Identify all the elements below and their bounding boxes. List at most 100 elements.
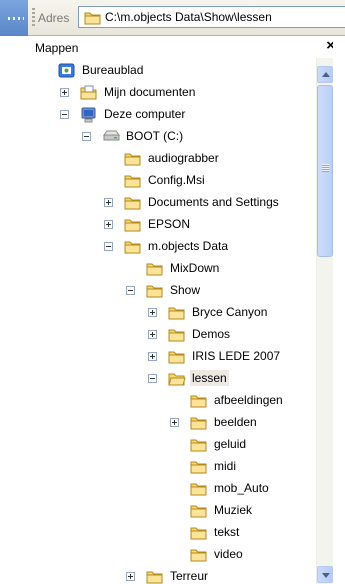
adjacent-toolbar-edge xyxy=(0,0,28,36)
tree-item-label: tekst xyxy=(214,525,240,539)
collapse-icon[interactable] xyxy=(60,110,69,119)
tree-item[interactable]: tekst xyxy=(190,522,241,542)
tree-item-label: mob_Auto xyxy=(214,481,269,495)
folder-icon xyxy=(190,415,208,430)
documents-folder-icon xyxy=(80,85,98,100)
folder-icon xyxy=(190,393,208,408)
tree-item-label: beelden xyxy=(214,415,257,429)
tree-item-label: IRIS LEDE 2007 xyxy=(192,349,281,363)
collapse-icon[interactable] xyxy=(126,286,135,295)
tree-item-label: Terreur xyxy=(170,569,209,583)
tree-item-label: EPSON xyxy=(148,217,191,231)
collapse-icon[interactable] xyxy=(104,242,113,251)
scroll-thumb[interactable] xyxy=(317,85,333,257)
window-frame-edge xyxy=(333,36,345,584)
expand-icon[interactable] xyxy=(126,572,135,581)
toolbar-grip[interactable] xyxy=(32,8,35,28)
folder-icon xyxy=(190,481,208,496)
expand-icon[interactable] xyxy=(170,418,179,427)
tree-item-label: Bureaublad xyxy=(82,63,144,77)
scroll-down-button[interactable] xyxy=(317,566,333,583)
folder-icon xyxy=(146,261,164,276)
tree-item-label: afbeeldingen xyxy=(214,393,283,407)
toolbar-dots xyxy=(8,17,24,20)
folder-icon xyxy=(190,459,208,474)
tree-item-label: midi xyxy=(214,459,237,473)
tree-item[interactable]: Muziek xyxy=(190,500,254,520)
tree-item[interactable]: m.objects Data xyxy=(124,236,230,256)
tree-item[interactable]: IRIS LEDE 2007 xyxy=(168,346,282,366)
adjacent-pane-strip xyxy=(0,0,28,584)
tree-item[interactable]: Bryce Canyon xyxy=(168,302,269,322)
tree-item-label: Bryce Canyon xyxy=(192,305,268,319)
tree-item-label: geluid xyxy=(214,437,247,451)
tree-item[interactable]: Deze computer xyxy=(80,104,187,124)
tree-item-label: Mijn documenten xyxy=(104,85,196,99)
chevron-down-icon xyxy=(322,573,330,578)
expand-icon[interactable] xyxy=(148,352,157,361)
tree-item-label: Show xyxy=(170,283,201,297)
thumb-grip xyxy=(322,164,329,172)
expand-icon[interactable] xyxy=(60,88,69,97)
tree-item-label: audiograbber xyxy=(148,151,219,165)
tree-item-label: MixDown xyxy=(170,261,220,275)
address-field[interactable]: C:\m.objects Data\Show\lessen xyxy=(78,6,345,28)
address-path: C:\m.objects Data\Show\lessen xyxy=(105,10,272,24)
folder-icon xyxy=(124,173,142,188)
tree-item-label: BOOT (C:) xyxy=(126,129,184,143)
folder-icon xyxy=(124,195,142,210)
tree-item[interactable]: Demos xyxy=(168,324,232,344)
folder-icon xyxy=(84,10,102,28)
folder-icon xyxy=(190,547,208,562)
tree-item[interactable]: midi xyxy=(190,456,238,476)
vertical-scrollbar[interactable] xyxy=(316,58,333,584)
folder-icon xyxy=(190,437,208,452)
folder-icon xyxy=(190,503,208,518)
tree-item-label: Muziek xyxy=(214,503,253,517)
tree-item[interactable]: Mijn documenten xyxy=(80,82,197,102)
folder-icon xyxy=(146,569,164,584)
tree-item[interactable]: Terreur xyxy=(146,566,210,584)
folders-pane-header: Mappen × xyxy=(28,36,345,58)
tree-item[interactable]: video xyxy=(190,544,245,564)
tree-item-label: Config.Msi xyxy=(148,173,205,187)
tree-item[interactable]: afbeeldingen xyxy=(190,390,285,410)
desktop-icon xyxy=(58,63,76,78)
expand-icon[interactable] xyxy=(104,198,113,207)
folder-icon xyxy=(146,283,164,298)
folder-icon xyxy=(124,151,142,166)
tree-item[interactable]: mob_Auto xyxy=(190,478,271,498)
collapse-icon[interactable] xyxy=(148,374,157,383)
folder-open-icon xyxy=(168,371,186,386)
tree-item-label: Demos xyxy=(192,327,231,341)
tree-item[interactable]: BOOT (C:) xyxy=(102,126,185,146)
folder-icon xyxy=(124,217,142,232)
folder-icon xyxy=(168,349,186,364)
tree-item[interactable]: Show xyxy=(146,280,202,300)
folder-tree: Bureaublad Mijn documenten Deze computer BO… xyxy=(28,58,316,584)
expand-icon[interactable] xyxy=(148,308,157,317)
tree-item-label: Documents and Settings xyxy=(148,195,279,209)
tree-item-label: m.objects Data xyxy=(148,239,229,253)
scroll-up-button[interactable] xyxy=(317,66,333,83)
tree-item[interactable]: Config.Msi xyxy=(124,170,207,190)
tree-item[interactable]: Bureaublad xyxy=(58,60,145,80)
tree-item[interactable]: Documents and Settings xyxy=(124,192,281,212)
expand-icon[interactable] xyxy=(148,330,157,339)
tree-item[interactable]: beelden xyxy=(190,412,259,432)
tree-item[interactable]: EPSON xyxy=(124,214,192,234)
folder-icon xyxy=(124,239,142,254)
tree-item[interactable]: lessen xyxy=(168,368,229,388)
tree-item[interactable]: MixDown xyxy=(146,258,221,278)
expand-icon[interactable] xyxy=(104,220,113,229)
pane-title: Mappen xyxy=(35,41,79,55)
collapse-icon[interactable] xyxy=(82,132,91,141)
computer-icon xyxy=(80,107,98,123)
folder-icon xyxy=(190,525,208,540)
address-bar: Adres C:\m.objects Data\Show\lessen xyxy=(28,0,345,36)
tree-item-label: Deze computer xyxy=(104,107,186,121)
tree-item[interactable]: geluid xyxy=(190,434,248,454)
address-label: Adres xyxy=(38,11,70,25)
tree-item[interactable]: audiograbber xyxy=(124,148,221,168)
folder-icon xyxy=(168,305,186,320)
